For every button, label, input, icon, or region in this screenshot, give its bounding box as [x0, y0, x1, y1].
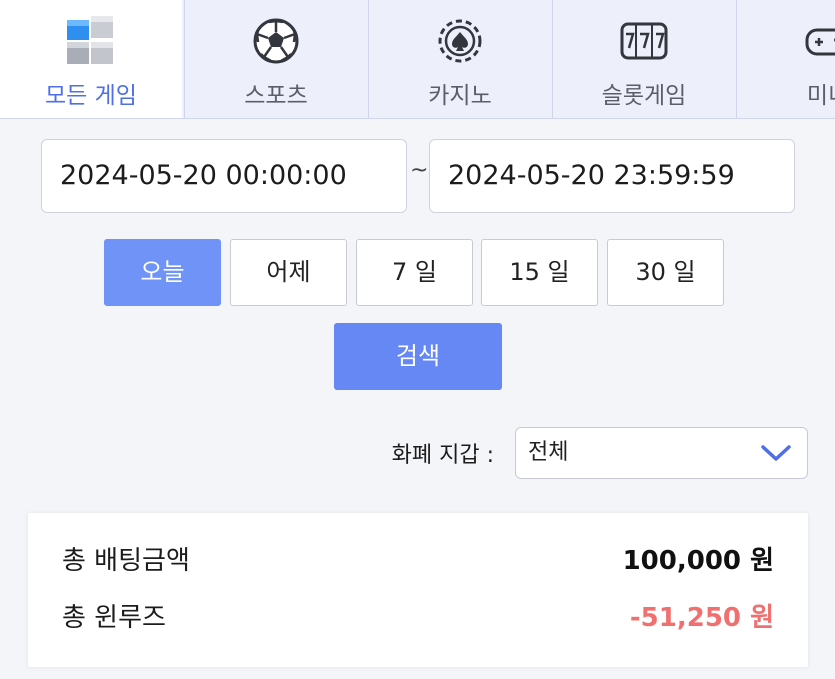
range-7-days-button[interactable]: 7 일 [356, 239, 473, 306]
currency-wallet-selected: 전체 [528, 440, 569, 465]
total-winloss-row: 총 윈루즈 -51,250 원 [28, 598, 808, 638]
tab-all-games[interactable]: 모든 게임 [0, 0, 182, 118]
currency-wallet-label: 화폐 지갑 : [391, 443, 494, 468]
tab-label: 모든 게임 [45, 83, 137, 109]
tab-label: 미니 [806, 83, 835, 109]
tab-label: 스포츠 [244, 83, 308, 109]
currency-wallet-select[interactable]: 전체 [515, 427, 808, 479]
tab-casino[interactable]: 카지노 [368, 0, 551, 118]
chevron-down-icon [759, 441, 793, 465]
range-15-days-button[interactable]: 15 일 [481, 239, 598, 306]
gamepad-icon [801, 14, 835, 68]
tab-label: 슬롯게임 [601, 83, 687, 109]
start-datetime-input[interactable]: 2024-05-20 00:00:00 [41, 139, 407, 213]
slot-machine-icon [617, 14, 671, 68]
betting-summary-card: 총 배팅금액 100,000 원 총 윈루즈 -51,250 원 [28, 513, 808, 667]
total-winloss-label: 총 윈루즈 [62, 603, 166, 633]
soccer-ball-icon [249, 14, 303, 68]
game-category-tabs: 모든 게임 스포츠 카지노 슬롯게임 미 [0, 0, 835, 119]
casino-chip-icon [433, 14, 487, 68]
total-bet-label: 총 배팅금액 [62, 546, 190, 576]
range-yesterday-button[interactable]: 어제 [230, 239, 347, 306]
range-today-button[interactable]: 오늘 [104, 239, 221, 306]
cubes-icon [64, 14, 118, 68]
search-button[interactable]: 검색 [334, 323, 502, 390]
tab-slot-games[interactable]: 슬롯게임 [552, 0, 735, 118]
total-bet-value: 100,000 원 [622, 546, 774, 576]
total-bet-row: 총 배팅금액 100,000 원 [28, 541, 808, 581]
end-datetime-input[interactable]: 2024-05-20 23:59:59 [429, 139, 795, 213]
tab-label: 카지노 [428, 83, 492, 109]
date-range-separator: ~ [410, 158, 429, 183]
range-30-days-button[interactable]: 30 일 [607, 239, 724, 306]
total-winloss-value: -51,250 원 [629, 603, 774, 633]
tab-sports[interactable]: 스포츠 [184, 0, 367, 118]
tab-mini-games[interactable]: 미니 [736, 0, 835, 118]
